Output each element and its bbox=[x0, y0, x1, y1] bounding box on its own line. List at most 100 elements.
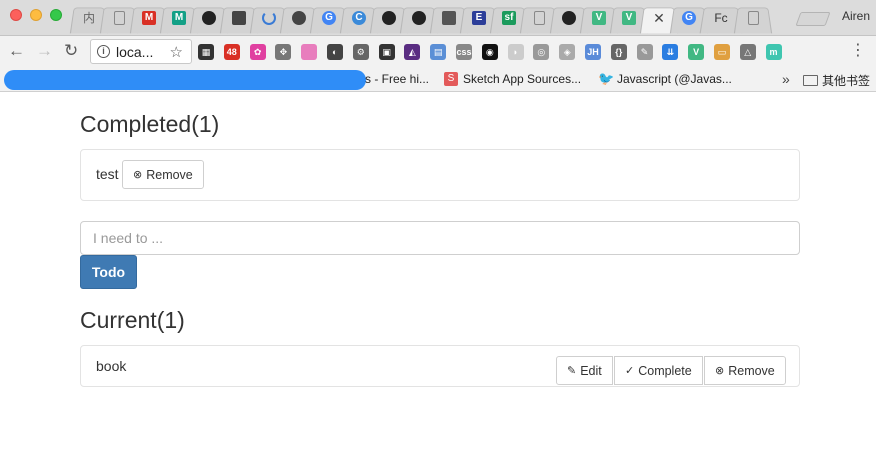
e-icon: E bbox=[472, 11, 486, 25]
new-todo-input[interactable]: I need to ... bbox=[80, 221, 800, 255]
browser-tab[interactable] bbox=[196, 4, 222, 32]
current-heading: Current(1) bbox=[80, 307, 185, 333]
page-icon bbox=[533, 11, 545, 25]
google-icon: G bbox=[322, 11, 336, 25]
folder-icon bbox=[803, 75, 818, 86]
browser-tab[interactable]: G bbox=[676, 4, 702, 32]
github-icon bbox=[562, 11, 576, 25]
extension-icon[interactable]: ◈ bbox=[559, 44, 576, 60]
back-button[interactable]: ← bbox=[8, 42, 25, 60]
browser-toolbar: ← → ↻ i loca... ☆ ▦ 48 ✿ ✥ ◐ ⚙ ▣ ◭ ▤ css ◉ ◗ ◎ ◈ JH {} ✎… bbox=[0, 36, 876, 68]
complete-button[interactable]: ✓ Complete bbox=[614, 356, 703, 385]
completed-remove-button[interactable]: ⊗ Remove bbox=[122, 160, 204, 189]
extension-icon[interactable]: 48 bbox=[223, 44, 240, 60]
extension-icon[interactable]: ✎ bbox=[636, 44, 653, 60]
extension-icon[interactable]: V bbox=[688, 44, 705, 60]
more-bookmarks-button[interactable]: » bbox=[782, 71, 790, 87]
browser-tab[interactable]: V bbox=[616, 4, 642, 32]
extension-icon[interactable]: ✥ bbox=[275, 44, 292, 60]
current-item-text: book bbox=[96, 358, 127, 374]
bookmark-item[interactable]: 🐦 Javascript (@Javas... bbox=[598, 71, 732, 87]
other-bookmarks-folder[interactable]: 其他书签 bbox=[803, 72, 870, 89]
browser-tab[interactable]: C bbox=[346, 4, 372, 32]
extension-icon[interactable]: ▭ bbox=[713, 44, 730, 60]
check-circle-icon: ✓ bbox=[625, 365, 635, 377]
robot-icon bbox=[232, 11, 246, 25]
browser-tab[interactable] bbox=[226, 4, 252, 32]
extension-icon[interactable]: {} bbox=[610, 44, 627, 60]
browser-tab[interactable] bbox=[376, 4, 402, 32]
extension-icon[interactable]: ▣ bbox=[378, 44, 395, 60]
github-icon bbox=[412, 11, 426, 25]
medium-icon: M bbox=[172, 11, 186, 25]
browser-tab[interactable]: sf bbox=[496, 4, 522, 32]
browser-tab[interactable]: M bbox=[136, 4, 162, 32]
bookmark-item[interactable]: s - Free hi... bbox=[365, 72, 429, 86]
browser-tab[interactable] bbox=[406, 4, 432, 32]
tab-strip: 内 M M G C Esf V V ✕ G Fc bbox=[76, 4, 770, 36]
edit-icon: ✎ bbox=[567, 365, 577, 377]
browser-tab[interactable]: M bbox=[166, 4, 192, 32]
vue-icon: V bbox=[592, 11, 606, 25]
bookmarks-bar: s - Free hi... S Sketch App Sources... 🐦… bbox=[0, 68, 876, 92]
text-icon: Fc bbox=[714, 11, 728, 25]
remove-circle-icon: ⊗ bbox=[133, 169, 143, 181]
bookmark-item[interactable]: S Sketch App Sources... bbox=[444, 72, 581, 86]
browser-menu-icon[interactable]: ⋮ bbox=[850, 43, 866, 59]
browser-tab[interactable]: 内 bbox=[76, 4, 102, 32]
extension-icon[interactable]: △ bbox=[739, 44, 756, 60]
browser-tab[interactable]: E bbox=[466, 4, 492, 32]
browser-tab[interactable]: Fc bbox=[706, 4, 736, 32]
extension-icon[interactable]: ◎ bbox=[533, 44, 550, 60]
loading-icon bbox=[262, 11, 276, 25]
extension-icon[interactable] bbox=[301, 44, 318, 60]
edit-button[interactable]: ✎ Edit bbox=[556, 356, 613, 385]
extension-icon[interactable]: ◉ bbox=[481, 44, 498, 60]
browser-tab[interactable] bbox=[256, 4, 282, 32]
info-icon[interactable]: i bbox=[97, 45, 110, 58]
remove-button[interactable]: ⊗ Remove bbox=[704, 356, 786, 385]
extension-icon[interactable]: ▤ bbox=[430, 44, 447, 60]
c-icon: C bbox=[352, 11, 366, 25]
close-icon[interactable]: ✕ bbox=[653, 10, 665, 27]
browser-tab[interactable] bbox=[526, 4, 552, 32]
maximize-window-button[interactable] bbox=[50, 9, 62, 21]
bookmark-star-icon[interactable]: ☆ bbox=[170, 43, 183, 61]
browser-tab[interactable] bbox=[556, 4, 582, 32]
profile-name[interactable]: Airen bbox=[842, 9, 870, 23]
current-list: book ✎ Edit ✓ Complete ⊗ Remove bbox=[80, 345, 800, 387]
extension-icon[interactable]: m bbox=[765, 44, 782, 60]
browser-tab[interactable]: V bbox=[586, 4, 612, 32]
browser-tab[interactable] bbox=[286, 4, 312, 32]
extension-icon[interactable]: ◐ bbox=[326, 44, 343, 60]
extension-icon[interactable]: ⇊ bbox=[662, 44, 679, 60]
sf-icon: sf bbox=[502, 11, 516, 25]
text-icon: 内 bbox=[82, 11, 95, 25]
browser-tab[interactable] bbox=[106, 4, 132, 32]
new-tab-button[interactable] bbox=[795, 12, 831, 26]
page-icon bbox=[113, 11, 125, 25]
completed-item-text: test bbox=[96, 166, 119, 182]
extension-icon[interactable]: ◭ bbox=[404, 44, 421, 60]
remove-circle-icon: ⊗ bbox=[715, 365, 725, 377]
browser-tab[interactable] bbox=[740, 4, 766, 32]
extension-icon[interactable]: ✿ bbox=[249, 44, 266, 60]
completed-list: test ⊗ Remove bbox=[80, 149, 800, 201]
vue-icon: V bbox=[622, 11, 636, 25]
twitter-icon: 🐦 bbox=[598, 71, 615, 86]
minimize-window-button[interactable] bbox=[30, 9, 42, 21]
page-icon bbox=[747, 11, 759, 25]
browser-tab[interactable]: G bbox=[316, 4, 342, 32]
extension-icon[interactable]: css bbox=[455, 44, 472, 60]
extension-icon[interactable]: ▦ bbox=[198, 44, 214, 60]
add-todo-button[interactable]: Todo bbox=[80, 255, 137, 289]
forward-button[interactable]: → bbox=[36, 42, 53, 60]
extension-icon[interactable]: ⚙ bbox=[352, 44, 369, 60]
browser-tab[interactable] bbox=[436, 4, 462, 32]
close-window-button[interactable] bbox=[10, 9, 22, 21]
reload-button[interactable]: ↻ bbox=[64, 42, 78, 60]
extension-icon[interactable]: JH bbox=[584, 44, 601, 60]
extension-icon[interactable]: ◗ bbox=[507, 44, 524, 60]
address-bar[interactable]: i loca... ☆ bbox=[90, 39, 192, 64]
browser-tab[interactable]: ✕ bbox=[646, 4, 672, 32]
